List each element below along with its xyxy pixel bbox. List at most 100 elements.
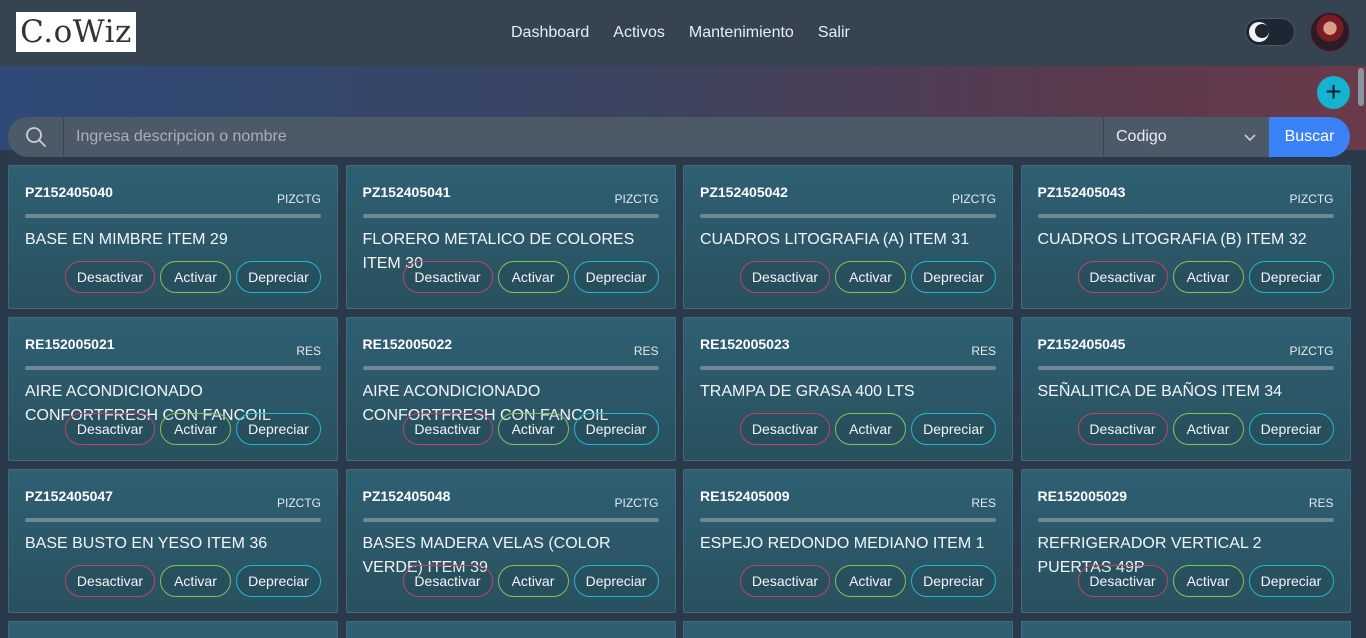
card-divider bbox=[1037, 214, 1334, 218]
page-scrollbar[interactable] bbox=[1358, 68, 1364, 106]
activate-button[interactable]: Activar bbox=[497, 261, 569, 293]
asset-card: PZ152405045 PIZCTG SEÑALITICA DE BAÑOS I… bbox=[1020, 317, 1351, 461]
avatar[interactable] bbox=[1310, 12, 1350, 52]
asset-card: PZ152405047 PIZCTG BASE BUSTO EN YESO IT… bbox=[8, 469, 338, 613]
card-divider bbox=[362, 214, 659, 218]
depreciate-button[interactable]: Depreciar bbox=[911, 565, 996, 597]
depreciate-button[interactable]: Depreciar bbox=[1248, 261, 1334, 293]
asset-code: PZ152405043 bbox=[1037, 184, 1126, 200]
deactivate-button[interactable]: Desactivar bbox=[402, 261, 493, 293]
app-logo[interactable]: C.oWiz bbox=[16, 12, 136, 52]
asset-card-grid: PZ152405040 PIZCTG BASE EN MIMBRE ITEM 2… bbox=[8, 165, 1351, 613]
asset-category: PIZCTG bbox=[1289, 192, 1334, 206]
nav-salir[interactable]: Salir bbox=[818, 24, 850, 42]
deactivate-button[interactable]: Desactivar bbox=[402, 413, 493, 445]
asset-category: RES bbox=[296, 344, 321, 358]
asset-category: RES bbox=[971, 496, 996, 510]
activate-button[interactable]: Activar bbox=[160, 565, 231, 597]
search-button[interactable]: Buscar bbox=[1269, 117, 1350, 157]
deactivate-button[interactable]: Desactivar bbox=[740, 413, 830, 445]
asset-category: RES bbox=[1308, 496, 1334, 510]
deactivate-button[interactable]: Desactivar bbox=[1077, 565, 1168, 597]
activate-button[interactable]: Activar bbox=[1172, 413, 1244, 445]
activate-button[interactable]: Activar bbox=[835, 565, 906, 597]
card-divider bbox=[25, 366, 321, 370]
search-filter-select[interactable]: Codigo bbox=[1103, 117, 1269, 157]
asset-card: RE152005029 RES REFRIGERADOR VERTICAL 2 … bbox=[1020, 469, 1351, 613]
asset-card: PZ152405042 PIZCTG CUADROS LITOGRAFIA (A… bbox=[683, 165, 1013, 309]
asset-code: PZ152405041 bbox=[362, 184, 451, 200]
card-divider bbox=[700, 366, 996, 370]
card-divider bbox=[362, 518, 659, 522]
asset-card-partial bbox=[345, 621, 676, 638]
depreciate-button[interactable]: Depreciar bbox=[236, 565, 321, 597]
card-divider bbox=[700, 518, 996, 522]
activate-button[interactable]: Activar bbox=[160, 413, 231, 445]
search-bar: Codigo Buscar bbox=[8, 117, 1350, 157]
activate-button[interactable]: Activar bbox=[835, 261, 906, 293]
asset-card: RE152005021 RES AIRE ACONDICIONADO CONFO… bbox=[8, 317, 338, 461]
asset-card: PZ152405048 PIZCTG BASES MADERA VELAS (C… bbox=[345, 469, 676, 613]
deactivate-button[interactable]: Desactivar bbox=[65, 413, 155, 445]
depreciate-button[interactable]: Depreciar bbox=[911, 261, 996, 293]
asset-category: PIZCTG bbox=[277, 496, 321, 510]
asset-card-partial bbox=[8, 621, 338, 638]
asset-category: PIZCTG bbox=[952, 192, 996, 206]
asset-code: PZ152405047 bbox=[25, 488, 113, 504]
asset-code: PZ152405045 bbox=[1037, 336, 1126, 352]
asset-card: PZ152405043 PIZCTG CUADROS LITOGRAFIA (B… bbox=[1020, 165, 1351, 309]
main-nav: Dashboard Activos Mantenimiento Salir bbox=[511, 0, 850, 66]
asset-category: RES bbox=[971, 344, 996, 358]
top-navbar: C.oWiz Dashboard Activos Mantenimiento S… bbox=[0, 0, 1366, 66]
card-divider bbox=[362, 366, 659, 370]
asset-category: PIZCTG bbox=[614, 192, 659, 206]
search-filter-value: Codigo bbox=[1116, 128, 1167, 145]
asset-code: RE152005023 bbox=[700, 336, 790, 352]
depreciate-button[interactable]: Depreciar bbox=[911, 413, 996, 445]
deactivate-button[interactable]: Desactivar bbox=[65, 565, 155, 597]
theme-toggle[interactable] bbox=[1245, 18, 1295, 46]
search-input[interactable] bbox=[64, 117, 1103, 157]
deactivate-button[interactable]: Desactivar bbox=[740, 565, 830, 597]
asset-code: PZ152405048 bbox=[362, 488, 451, 504]
depreciate-button[interactable]: Depreciar bbox=[573, 261, 659, 293]
nav-mantenimiento[interactable]: Mantenimiento bbox=[689, 24, 794, 42]
card-divider bbox=[1037, 366, 1334, 370]
asset-code: RE152005029 bbox=[1037, 488, 1128, 504]
asset-category: RES bbox=[633, 344, 659, 358]
next-card-row bbox=[8, 621, 1351, 638]
nav-activos[interactable]: Activos bbox=[613, 24, 665, 42]
activate-button[interactable]: Activar bbox=[1172, 261, 1244, 293]
deactivate-button[interactable]: Desactivar bbox=[65, 261, 155, 293]
deactivate-button[interactable]: Desactivar bbox=[1077, 413, 1168, 445]
deactivate-button[interactable]: Desactivar bbox=[740, 261, 830, 293]
asset-category: PIZCTG bbox=[277, 192, 321, 206]
depreciate-button[interactable]: Depreciar bbox=[573, 413, 659, 445]
asset-card: PZ152405040 PIZCTG BASE EN MIMBRE ITEM 2… bbox=[8, 165, 338, 309]
depreciate-button[interactable]: Depreciar bbox=[236, 413, 321, 445]
activate-button[interactable]: Activar bbox=[160, 261, 231, 293]
asset-card: PZ152405041 PIZCTG FLORERO METALICO DE C… bbox=[345, 165, 676, 309]
nav-dashboard[interactable]: Dashboard bbox=[511, 24, 589, 42]
add-asset-button[interactable]: + bbox=[1317, 76, 1350, 109]
deactivate-button[interactable]: Desactivar bbox=[1077, 261, 1168, 293]
depreciate-button[interactable]: Depreciar bbox=[1248, 565, 1334, 597]
activate-button[interactable]: Activar bbox=[497, 565, 569, 597]
asset-card-partial bbox=[683, 621, 1013, 638]
asset-category: PIZCTG bbox=[614, 496, 659, 510]
depreciate-button[interactable]: Depreciar bbox=[1248, 413, 1334, 445]
asset-code: RE152005022 bbox=[362, 336, 453, 352]
asset-card: RE152405009 RES ESPEJO REDONDO MEDIANO I… bbox=[683, 469, 1013, 613]
card-divider bbox=[25, 518, 321, 522]
card-divider bbox=[700, 214, 996, 218]
card-divider bbox=[1037, 518, 1334, 522]
depreciate-button[interactable]: Depreciar bbox=[236, 261, 321, 293]
depreciate-button[interactable]: Depreciar bbox=[573, 565, 659, 597]
activate-button[interactable]: Activar bbox=[835, 413, 906, 445]
deactivate-button[interactable]: Desactivar bbox=[402, 565, 493, 597]
activate-button[interactable]: Activar bbox=[497, 413, 569, 445]
card-divider bbox=[25, 214, 321, 218]
asset-code: PZ152405040 bbox=[25, 184, 113, 200]
asset-card: RE152005022 RES AIRE ACONDICIONADO CONFO… bbox=[345, 317, 676, 461]
activate-button[interactable]: Activar bbox=[1172, 565, 1244, 597]
